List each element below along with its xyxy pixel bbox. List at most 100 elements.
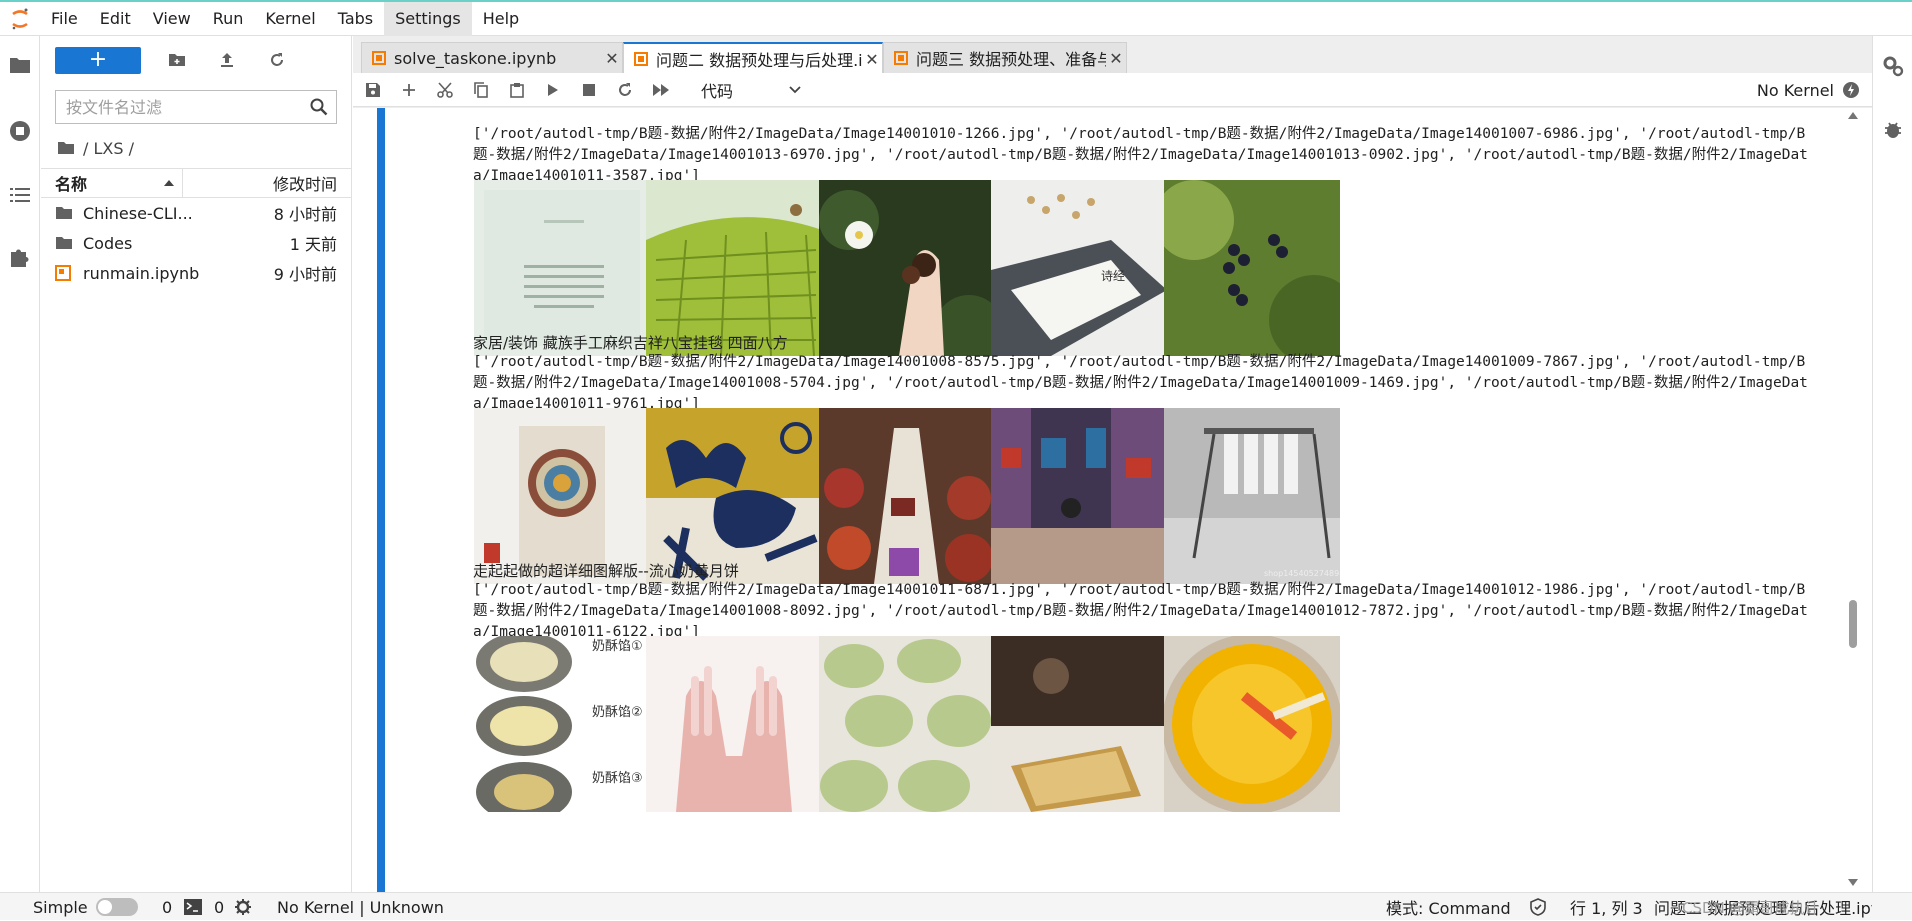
menu-settings[interactable]: Settings [384, 1, 472, 36]
folder-icon[interactable] [7, 52, 33, 78]
thumbnail-1-4: 诗经 [991, 180, 1167, 356]
thumbnail-3-1: 奶酥馅① 奶酥馅② 奶酥馅③ [474, 636, 650, 812]
run-icon[interactable] [535, 73, 571, 107]
paste-icon[interactable] [499, 73, 535, 107]
tab-problem-three[interactable]: 问题三 数据预处理、准备与附 ✕ [883, 42, 1127, 73]
breadcrumb[interactable]: / LXS / [57, 136, 134, 160]
file-modified: 9 小时前 [273, 265, 337, 284]
terminal-count[interactable]: 0 [162, 893, 203, 921]
thumbnail-3-3 [819, 636, 995, 812]
active-cell-indicator [377, 108, 385, 892]
file-filter-input[interactable] [56, 92, 296, 122]
kernel-status-icon [1843, 82, 1859, 98]
column-name-header[interactable]: 名称 [41, 168, 183, 198]
menu-help[interactable]: Help [472, 2, 530, 36]
menu-edit[interactable]: Edit [89, 2, 142, 36]
fast-forward-icon[interactable] [643, 73, 679, 107]
menu-run[interactable]: Run [202, 2, 255, 36]
tab-solve-taskone[interactable]: solve_taskone.ipynb ✕ [361, 42, 623, 73]
simple-mode-label: Simple [33, 897, 88, 917]
output-paths-2: ['/root/autodl-tmp/B题-数据/附件2/ImageData/I… [473, 354, 1808, 412]
sort-up-icon [164, 180, 174, 186]
output-title-2: 家居/装饰 藏族手工麻织吉祥八宝挂毯 四面八方 [473, 334, 788, 352]
simple-mode-toggle[interactable] [95, 898, 138, 916]
file-row-runmain[interactable]: runmain.ipynb 9 小时前 [41, 258, 351, 288]
kernel-count-value: 0 [214, 897, 225, 917]
close-icon[interactable]: ✕ [1106, 49, 1126, 68]
file-browser-toolbar: + [55, 46, 291, 74]
cell-type-select[interactable]: 代码 [701, 78, 801, 102]
menu-tabs[interactable]: Tabs [327, 2, 384, 36]
tab-problem-two[interactable]: 问题二 数据预处理与后处理.i ✕ [623, 42, 883, 74]
kernel-count[interactable]: 0 [214, 893, 252, 921]
trusted-icon[interactable] [1530, 893, 1546, 921]
thumbnail-2-1 [474, 408, 650, 584]
column-name-label: 名称 [55, 175, 88, 194]
notebook-icon [634, 52, 648, 66]
breadcrumb-folder-icon [58, 142, 74, 154]
step-3-text: 奶酥馅③ [592, 771, 643, 786]
simple-mode: Simple [33, 893, 138, 921]
file-name: Chinese-CLI... [83, 203, 193, 223]
right-activity-bar [1872, 36, 1912, 892]
folder-icon [55, 236, 75, 250]
menu-bar: File Edit View Run Kernel Tabs Settings … [0, 1, 1912, 36]
terminal-count-value: 0 [162, 897, 173, 917]
menu-file[interactable]: File [40, 2, 89, 36]
file-row-codes[interactable]: Codes 1 天前 [41, 228, 351, 258]
save-icon[interactable] [355, 73, 391, 107]
upload-icon[interactable] [213, 46, 241, 74]
menu-view[interactable]: View [142, 2, 202, 36]
step-2-text: 奶酥馅② [592, 705, 643, 720]
extension-icon[interactable] [7, 244, 33, 270]
file-row-chinese-cli[interactable]: Chinese-CLI... 8 小时前 [41, 198, 351, 228]
column-modified-header[interactable]: 修改时间 [183, 171, 351, 195]
search-icon [310, 98, 328, 120]
toc-icon[interactable] [7, 182, 33, 208]
menu-kernel[interactable]: Kernel [254, 2, 326, 36]
restart-icon[interactable] [607, 73, 643, 107]
close-icon[interactable]: ✕ [602, 49, 622, 68]
terminal-icon [184, 899, 203, 915]
book-title-text: 诗经 [1101, 269, 1125, 283]
notebook-content[interactable]: ['/root/autodl-tmp/B题-数据/附件2/ImageData/I… [353, 108, 1872, 892]
file-name: Codes [83, 233, 133, 253]
scroll-up-icon[interactable] [1848, 112, 1858, 119]
vertical-scrollbar[interactable] [1845, 108, 1861, 892]
new-launcher-button[interactable]: + [55, 46, 141, 74]
running-icon[interactable] [7, 118, 33, 144]
folder-icon [55, 206, 75, 220]
refresh-icon[interactable] [263, 46, 291, 74]
step-1-text: 奶酥馅① [592, 639, 643, 654]
scroll-down-icon[interactable] [1848, 879, 1858, 886]
watermark-text: shop145405274894488 [1264, 569, 1340, 578]
thumbnail-2-2 [646, 408, 822, 584]
copy-icon[interactable] [463, 73, 499, 107]
thumbnail-2-4 [991, 408, 1167, 584]
kernel-gear-icon [235, 899, 252, 915]
file-modified: 8 小时前 [273, 205, 337, 224]
tab-label: 问题二 数据预处理与后处理.i [656, 51, 862, 70]
scroll-thumb[interactable] [1849, 600, 1857, 648]
notebook-icon [55, 265, 75, 281]
debugger-icon[interactable] [1881, 118, 1905, 142]
breadcrumb-path[interactable]: / LXS / [83, 139, 134, 158]
kernel-status[interactable]: No Kernel | Unknown [277, 893, 444, 921]
tab-label: 问题三 数据预处理、准备与附 [916, 50, 1106, 69]
close-icon[interactable]: ✕ [862, 50, 882, 69]
output-paths-3: ['/root/autodl-tmp/B题-数据/附件2/ImageData/I… [473, 582, 1808, 640]
thumbnail-2-3 [819, 408, 995, 584]
thumbnail-3-2 [646, 636, 822, 812]
watermark: CSDN @霸哥成执计 [1682, 898, 1820, 917]
edit-mode: 模式: Command [1386, 899, 1511, 918]
cut-icon[interactable] [427, 73, 463, 107]
chevron-down-icon [789, 85, 801, 93]
cell-type-label: 代码 [701, 81, 734, 101]
cursor-position[interactable]: 行 1, 列 3 [1570, 893, 1643, 921]
kernel-indicator[interactable]: No Kernel [1757, 73, 1860, 107]
property-inspector-icon[interactable] [1881, 54, 1905, 78]
notebook-icon [372, 51, 386, 65]
stop-icon[interactable] [571, 73, 607, 107]
new-folder-icon[interactable] [163, 46, 191, 74]
add-cell-icon[interactable] [391, 73, 427, 107]
